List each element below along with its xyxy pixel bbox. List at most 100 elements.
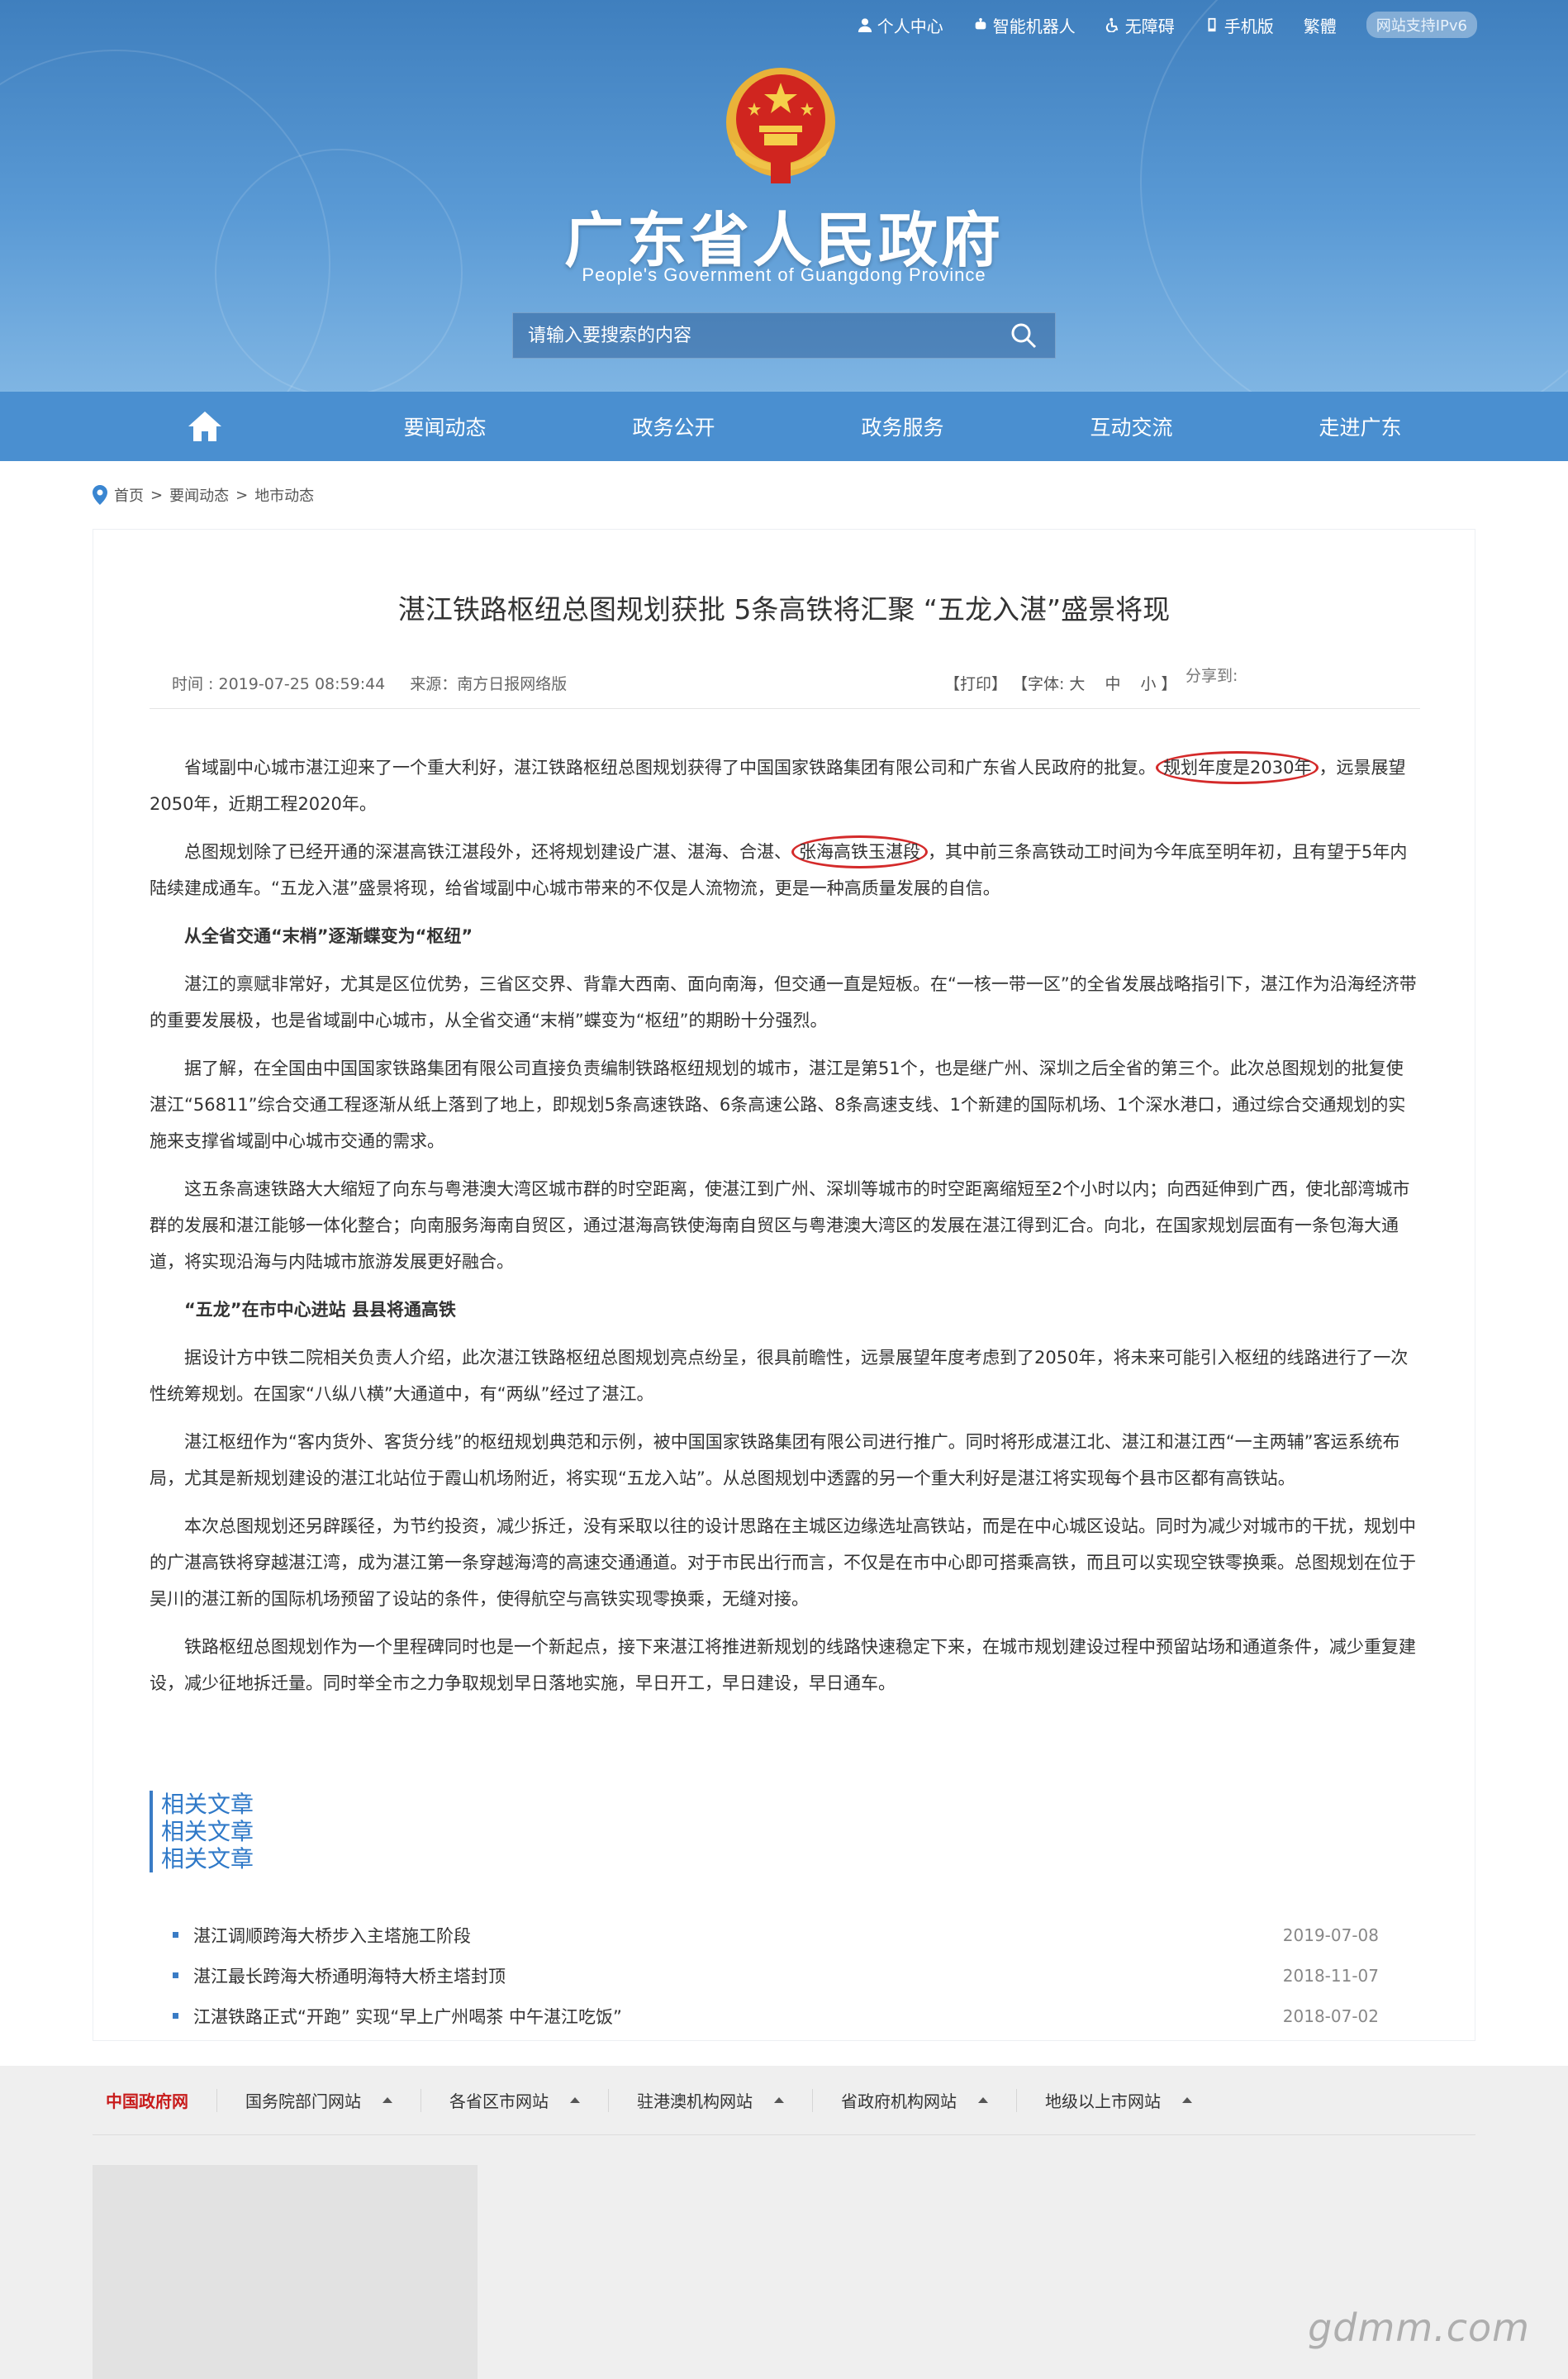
robot-label: 智能机器人 [992, 16, 1076, 36]
caret-up-icon [1182, 2097, 1192, 2103]
footer-placeholder-block [93, 2165, 478, 2379]
font-size-small-button[interactable]: 小 [1140, 672, 1156, 694]
footer-link-hk-macao[interactable]: 驻港澳机构网站 [609, 2088, 813, 2112]
mobile-label: 手机版 [1224, 16, 1274, 36]
footer-link-label: 省政府机构网站 [841, 2091, 957, 2111]
caret-up-icon [774, 2097, 784, 2103]
footer-link-label: 中国政府网 [106, 2091, 188, 2111]
share-label: 分享到: [1186, 667, 1238, 685]
nav-item-about-guangdong[interactable]: 走进广东 [1246, 392, 1475, 461]
caret-up-icon [382, 2097, 392, 2103]
font-size-label-end: 】 [1161, 675, 1177, 693]
search-bar [512, 312, 1056, 359]
related-articles-heading: 相关文章 相关文章 相关文章 [150, 1791, 254, 1872]
phone-icon [1208, 17, 1216, 32]
breadcrumb: 首页 > 要闻动态 > 地市动态 [93, 484, 314, 506]
home-icon[interactable] [187, 410, 223, 443]
caret-up-icon [570, 2097, 580, 2103]
footer-link-label: 国务院部门网站 [245, 2091, 361, 2111]
search-icon [1011, 323, 1037, 349]
related-article-date: 2018-11-07 [1282, 1965, 1379, 1986]
font-size-large-button[interactable]: 大 [1069, 672, 1085, 694]
article-paragraph: 总图规划除了已经开通的深湛高铁江湛段外，还将规划建设广湛、湛海、合湛、 张海高铁玉… [150, 834, 1420, 906]
nav-item-gov-services[interactable]: 政务服务 [788, 392, 1017, 461]
article-source: 来源：南方日报网络版 [410, 675, 568, 693]
user-center-label: 个人中心 [877, 16, 943, 36]
publish-time: 时间 : 2019-07-25 08:59:44 [172, 675, 386, 693]
article-paragraph: 铁路枢纽总图规划作为一个里程碑同时也是一个新起点，接下来湛江将推进新规划的线路快… [150, 1637, 1416, 1693]
footer-links-bar: 中国政府网 国务院部门网站 各省区市网站 驻港澳机构网站 省政府机构网站 地级以… [93, 2066, 1475, 2135]
article-paragraph: 省域副中心城市湛江迎来了一个重大利好，湛江铁路枢纽总图规划获得了中国国家铁路集团… [150, 749, 1420, 822]
related-heading-line: 相关文章 [161, 1845, 254, 1872]
traditional-chinese-label: 繁體 [1303, 16, 1337, 36]
font-size-medium-button[interactable]: 中 [1105, 672, 1120, 694]
breadcrumb-city-news[interactable]: 地市动态 [254, 484, 314, 506]
article-body: 省域副中心城市湛江迎来了一个重大利好，湛江铁路枢纽总图规划获得了中国国家铁路集团… [150, 749, 1420, 1713]
nav-item-interaction[interactable]: 互动交流 [1017, 392, 1246, 461]
footer-link-state-council-depts[interactable]: 国务院部门网站 [217, 2088, 421, 2112]
related-article-date: 2018-07-02 [1282, 2005, 1379, 2026]
font-size-label: 【字体: [1012, 675, 1065, 693]
article-paragraph: 本次总图规划还另辟蹊径，为节约投资，减少拆迁，没有采取以往的设计思路在主城区边缘… [150, 1516, 1416, 1609]
article-card: 湛江铁路枢纽总图规划获批 5条高铁将汇聚 “五龙入湛”盛景将现 时间 : 201… [93, 529, 1475, 2041]
footer-link-label: 地级以上市网站 [1045, 2091, 1161, 2111]
article-paragraph: 湛江的禀赋非常好，尤其是区位优势，三省区交界、背靠大西南、面向南海，但交通一直是… [150, 974, 1417, 1030]
user-icon [858, 18, 872, 32]
related-article-link[interactable]: 湛江最长跨海大桥通明海特大桥主塔封顶 [193, 1963, 506, 1988]
caret-up-icon [978, 2097, 988, 2103]
breadcrumb-separator: > [150, 486, 164, 504]
nav-item-news[interactable]: 要闻动态 [330, 392, 559, 461]
user-center-link[interactable]: 个人中心 [858, 13, 943, 37]
section-subheading: 从全省交通“末梢”逐渐蝶变为“枢纽” [184, 926, 473, 946]
footer-link-cities[interactable]: 地级以上市网站 [1017, 2089, 1220, 2112]
location-pin-icon [93, 485, 107, 505]
traditional-chinese-link[interactable]: 繁體 [1304, 13, 1337, 37]
search-button[interactable] [992, 313, 1055, 358]
paragraph-text: 总图规划除了已经开通的深湛高铁江湛段外，还将规划建设广湛、湛海、合湛、 [184, 842, 791, 862]
article-title: 湛江铁路枢纽总图规划获批 5条高铁将汇聚 “五龙入湛”盛景将现 [397, 593, 1171, 626]
accessibility-link[interactable]: 无障碍 [1105, 13, 1175, 37]
accessibility-icon [1105, 17, 1119, 32]
article-paragraph: 据设计方中铁二院相关负责人介绍，此次湛江铁路枢纽总图规划亮点纷呈，很具前瞻性，远… [150, 1348, 1409, 1404]
header-banner: 个人中心 智能机器人 无障碍 手机版 繁體 网站支持IPv6 广东省人民政府 P… [0, 0, 1568, 392]
related-article-link[interactable]: 江湛铁路正式“开跑” 实现“早上广州喝茶 中午湛江吃饭” [193, 2004, 622, 2029]
list-item: 江湛铁路正式“开跑” 实现“早上广州喝茶 中午湛江吃饭” 2018-07-02 [173, 1996, 1379, 2036]
accessibility-label: 无障碍 [1124, 16, 1175, 36]
breadcrumb-separator: > [235, 486, 249, 504]
article-paragraph: 湛江枢纽作为“客内货外、客货分线”的枢纽规划典范和示例，被中国国家铁路集团有限公… [150, 1432, 1400, 1488]
list-item: 湛江调顺跨海大桥步入主塔施工阶段 2019-07-08 [173, 1915, 1379, 1955]
related-articles-list: 湛江调顺跨海大桥步入主塔施工阶段 2019-07-08 湛江最长跨海大桥通明海特… [173, 1915, 1379, 2036]
footer-link-label: 各省区市网站 [449, 2091, 549, 2111]
related-heading-line: 相关文章 [161, 1818, 254, 1845]
robot-icon [975, 17, 986, 30]
list-item: 湛江最长跨海大桥通明海特大桥主塔封顶 2018-11-07 [173, 1955, 1379, 1996]
title-divider [150, 708, 1420, 709]
footer-link-label: 驻港澳机构网站 [637, 2091, 753, 2111]
annotation-circle: 规划年度是2030年 [1156, 751, 1319, 784]
annotation-circle: 张海高铁玉湛段 [791, 835, 928, 868]
nav-item-gov-affairs-open[interactable]: 政务公开 [559, 392, 788, 461]
mobile-link[interactable]: 手机版 [1205, 13, 1274, 37]
article-meta: 时间 : 2019-07-25 08:59:44 来源：南方日报网络版 [172, 672, 567, 694]
breadcrumb-news[interactable]: 要闻动态 [169, 484, 229, 506]
section-subheading: “五龙”在市中心进站 县县将通高铁 [184, 1300, 456, 1320]
footer-link-provinces[interactable]: 各省区市网站 [421, 2088, 609, 2112]
main-nav: 要闻动态 政务公开 政务服务 互动交流 走进广东 [0, 392, 1568, 461]
search-input[interactable] [513, 313, 992, 358]
related-heading-line: 相关文章 [161, 1791, 254, 1818]
print-button[interactable]: 【打印】 [944, 672, 1007, 694]
breadcrumb-home[interactable]: 首页 [114, 484, 144, 506]
watermark: gdmm.com [1308, 2305, 1530, 2350]
ipv6-badge[interactable]: 网站支持IPv6 [1366, 12, 1477, 38]
footer-link-gov-cn[interactable]: 中国政府网 [93, 2088, 217, 2112]
site-subtitle: People's Government of Guangdong Provinc… [582, 264, 986, 285]
robot-link[interactable]: 智能机器人 [973, 13, 1076, 37]
top-utility-bar: 个人中心 智能机器人 无障碍 手机版 繁體 网站支持IPv6 [0, 0, 1568, 46]
footer-link-provincial-agencies[interactable]: 省政府机构网站 [813, 2088, 1017, 2112]
article-paragraph: 这五条高速铁路大大缩短了向东与粤港澳大湾区城市群的时空距离，使湛江到广州、深圳等… [150, 1179, 1410, 1272]
paragraph-text: 省域副中心城市湛江迎来了一个重大利好，湛江铁路枢纽总图规划获得了中国国家铁路集团… [184, 758, 1156, 778]
related-article-date: 2019-07-08 [1282, 1925, 1379, 1945]
related-article-link[interactable]: 湛江调顺跨海大桥步入主塔施工阶段 [193, 1923, 471, 1948]
article-tools: 【打印】 【字体: 大 中 小 】 [944, 672, 1176, 694]
article-paragraph: 据了解，在全国由中国国家铁路集团有限公司直接负责编制铁路枢纽规划的城市，湛江是第… [150, 1059, 1406, 1151]
